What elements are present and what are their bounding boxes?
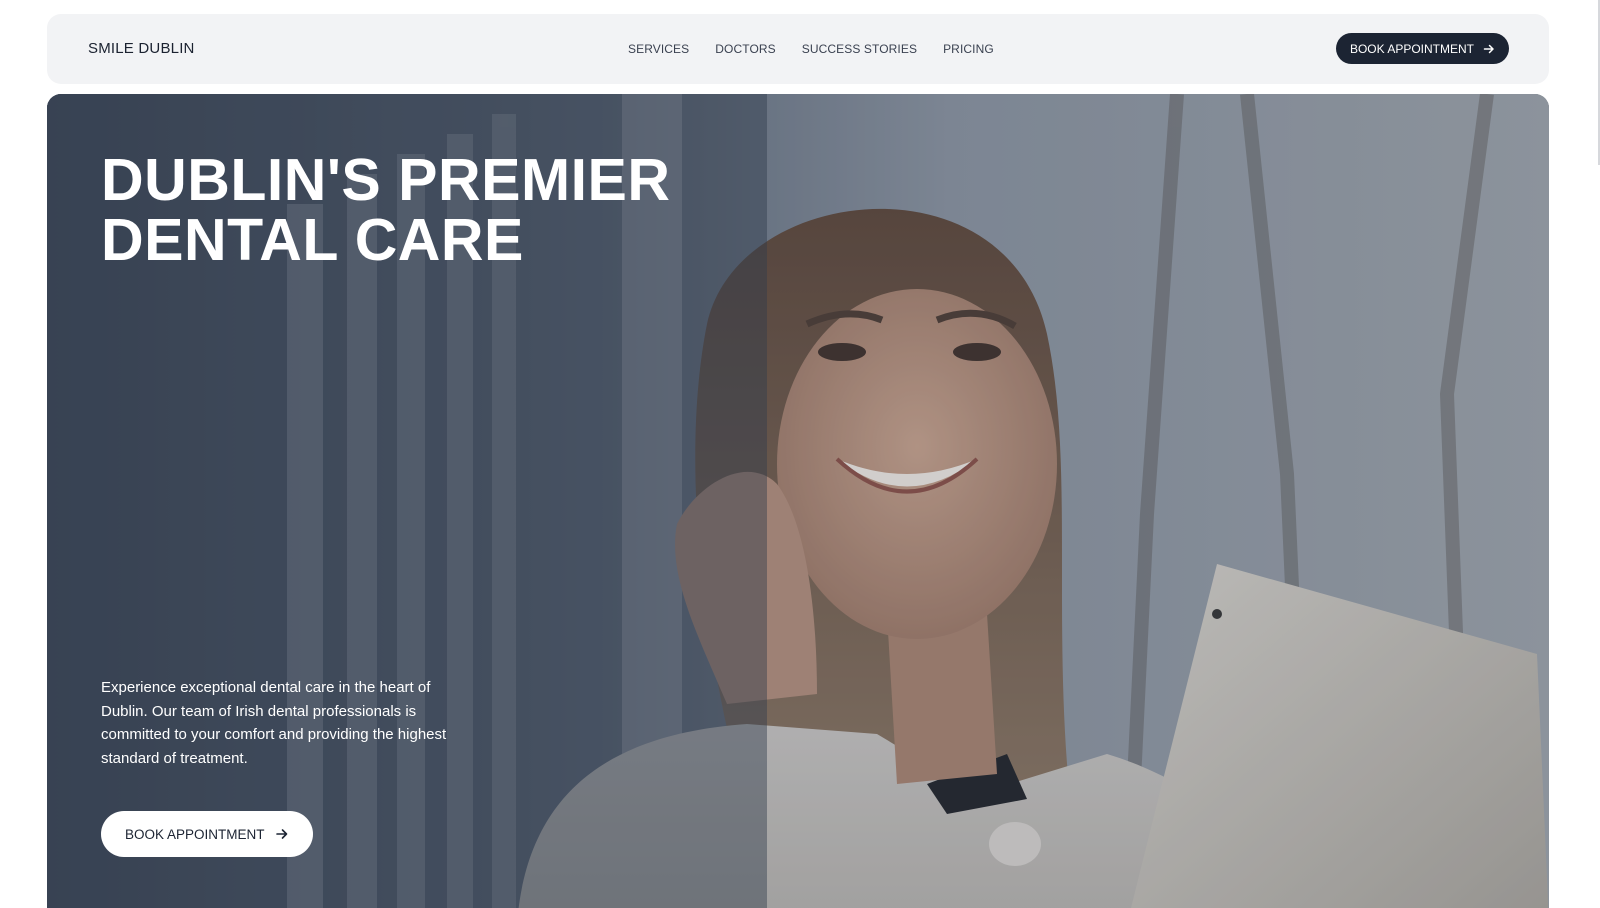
nav-link-success-stories[interactable]: SUCCESS STORIES — [802, 42, 917, 56]
brand-logo[interactable]: SMILE DUBLIN — [88, 14, 195, 84]
hero-title-line-1: DUBLIN'S PREMIER — [101, 147, 671, 213]
hero-description: Experience exceptional dental care in th… — [101, 679, 447, 767]
nav-item-pricing: PRICING — [943, 40, 994, 58]
nav-item-success-stories: SUCCESS STORIES — [802, 40, 917, 58]
nav-item-services: SERVICES — [628, 40, 689, 58]
hero-book-appointment-button[interactable]: BOOK APPOINTMENT — [101, 811, 313, 857]
nav-link-services[interactable]: SERVICES — [628, 42, 689, 56]
nav-link-doctors[interactable]: DOCTORS — [715, 42, 775, 56]
nav-item-doctors: DOCTORS — [715, 40, 775, 58]
hero-section: DUBLIN'S PREMIER DENTAL CARE Experience … — [47, 94, 1549, 908]
page: SMILE DUBLIN SERVICES DOCTORS SUCCESS ST… — [0, 0, 1600, 908]
hero-title-line-2: DENTAL CARE — [101, 207, 524, 273]
arrow-right-icon — [275, 827, 289, 841]
arrow-right-icon — [1483, 43, 1495, 55]
nav-book-appointment-button[interactable]: BOOK APPOINTMENT — [1335, 33, 1509, 64]
top-navbar: SMILE DUBLIN SERVICES DOCTORS SUCCESS ST… — [47, 14, 1549, 84]
nav-link-pricing[interactable]: PRICING — [943, 42, 994, 56]
nav-book-appointment-label: BOOK APPOINTMENT — [1349, 41, 1474, 56]
main-nav: SERVICES DOCTORS SUCCESS STORIES PRICING — [628, 14, 1020, 84]
hero-title: DUBLIN'S PREMIER DENTAL CARE — [101, 150, 721, 270]
hero-book-appointment-label: BOOK APPOINTMENT — [125, 826, 265, 842]
